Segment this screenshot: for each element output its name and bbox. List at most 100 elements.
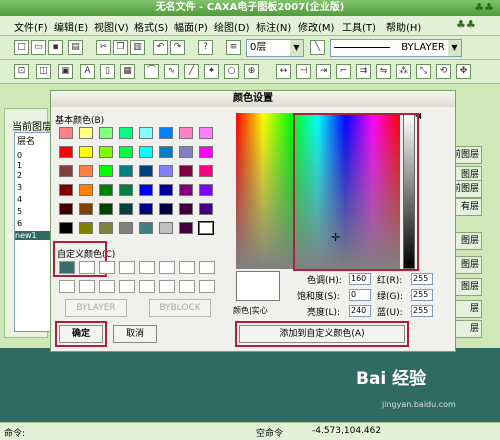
- rect-icon[interactable]: ▯: [100, 64, 115, 79]
- custom-color-swatch[interactable]: [139, 280, 155, 293]
- custom-color-swatch[interactable]: [79, 280, 95, 293]
- basic-color-swatch[interactable]: [159, 127, 173, 139]
- list-item[interactable]: 1: [17, 161, 22, 170]
- basic-color-swatch[interactable]: [179, 222, 193, 234]
- basic-color-swatch[interactable]: [59, 222, 73, 234]
- byblock-button[interactable]: BYBLOCK: [149, 299, 211, 317]
- zoom-window-icon[interactable]: ⊡: [14, 64, 29, 79]
- menu-modify[interactable]: 修改(M): [298, 19, 334, 34]
- menu-help[interactable]: 帮助(H): [386, 19, 421, 34]
- paste-icon[interactable]: ▥: [130, 40, 145, 55]
- array-icon[interactable]: ⁂: [396, 64, 411, 79]
- basic-color-swatch[interactable]: [79, 203, 93, 215]
- list-item[interactable]: 5: [17, 207, 22, 216]
- basic-color-swatch[interactable]: [119, 127, 133, 139]
- point-icon[interactable]: ✦: [204, 64, 219, 79]
- custom-color-swatch[interactable]: [179, 261, 195, 274]
- basic-color-swatch[interactable]: [99, 165, 113, 177]
- basic-color-swatch[interactable]: [179, 146, 193, 158]
- basic-color-swatch[interactable]: [179, 184, 193, 196]
- menu-draw[interactable]: 绘图(D): [214, 19, 250, 34]
- dim-icon[interactable]: ↔: [276, 64, 291, 79]
- custom-color-swatch[interactable]: [99, 261, 115, 274]
- custom-color-swatch[interactable]: [79, 261, 95, 274]
- hatch-icon[interactable]: ▦: [120, 64, 135, 79]
- basic-color-swatch[interactable]: [59, 165, 73, 177]
- mirror-icon[interactable]: ⇋: [376, 64, 391, 79]
- basic-color-swatch[interactable]: [79, 127, 93, 139]
- linetype-combo[interactable]: BYLAYER ▼: [330, 39, 462, 57]
- open-file-icon[interactable]: ▭: [31, 40, 46, 55]
- basic-color-swatch[interactable]: [199, 165, 213, 177]
- extend-icon[interactable]: ⇥: [316, 64, 331, 79]
- basic-color-swatch[interactable]: [139, 184, 153, 196]
- text-icon[interactable]: A: [80, 64, 95, 79]
- menu-file[interactable]: 文件(F): [14, 19, 48, 34]
- offset-icon[interactable]: ⇉: [356, 64, 371, 79]
- basic-color-swatch[interactable]: [199, 127, 213, 139]
- move-icon[interactable]: ✥: [456, 64, 471, 79]
- custom-color-swatch[interactable]: [199, 261, 215, 274]
- basic-color-swatch[interactable]: [99, 184, 113, 196]
- list-item-selected[interactable]: new1: [15, 231, 53, 240]
- save-icon[interactable]: ▪: [48, 40, 63, 55]
- spline-icon[interactable]: ∿: [164, 64, 179, 79]
- redo-icon[interactable]: ↷: [170, 40, 185, 55]
- basic-color-swatch[interactable]: [119, 165, 133, 177]
- custom-color-swatch[interactable]: [139, 261, 155, 274]
- custom-color-swatch[interactable]: [159, 261, 175, 274]
- red-field[interactable]: 255: [411, 273, 433, 285]
- basic-color-swatch[interactable]: [119, 146, 133, 158]
- print-icon[interactable]: ▤: [68, 40, 83, 55]
- custom-color-swatch[interactable]: [199, 280, 215, 293]
- basic-color-swatch[interactable]: [199, 146, 213, 158]
- luminance-field[interactable]: 240: [349, 305, 371, 317]
- basic-color-swatch[interactable]: [139, 146, 153, 158]
- saturation-field[interactable]: 0: [349, 289, 371, 301]
- custom-color-swatch[interactable]: [119, 261, 135, 274]
- basic-color-swatch[interactable]: [99, 222, 113, 234]
- cut-icon[interactable]: ✂: [96, 40, 111, 55]
- list-item[interactable]: 6: [17, 219, 22, 228]
- green-field[interactable]: 255: [411, 289, 433, 301]
- custom-color-swatch[interactable]: [179, 280, 195, 293]
- layer-icon[interactable]: ≡: [226, 40, 241, 55]
- menu-sheet[interactable]: 幅面(P): [174, 19, 208, 34]
- basic-color-swatch[interactable]: [79, 165, 93, 177]
- help-icon[interactable]: ?: [198, 40, 213, 55]
- menu-view[interactable]: 视图(V): [94, 19, 129, 34]
- pan-icon[interactable]: ▣: [58, 64, 73, 79]
- basic-color-swatch[interactable]: [179, 127, 193, 139]
- basic-color-swatch[interactable]: [139, 127, 153, 139]
- list-item[interactable]: 2: [17, 171, 22, 180]
- basic-color-swatch[interactable]: [59, 203, 73, 215]
- basic-color-swatch[interactable]: [99, 146, 113, 158]
- basic-color-swatch[interactable]: [159, 165, 173, 177]
- layer-list[interactable]: 层名 0 1 2 3 4 5 6 new1: [14, 132, 54, 332]
- undo-icon[interactable]: ↶: [153, 40, 168, 55]
- basic-color-swatch[interactable]: [139, 222, 153, 234]
- cancel-button[interactable]: 取消: [113, 325, 157, 343]
- basic-color-swatch[interactable]: [159, 222, 173, 234]
- custom-color-swatch[interactable]: [119, 280, 135, 293]
- rotate-icon[interactable]: ⟲: [436, 64, 451, 79]
- basic-color-swatch[interactable]: [119, 203, 133, 215]
- basic-color-swatch[interactable]: [139, 203, 153, 215]
- scale-icon[interactable]: ⤡: [416, 64, 431, 79]
- basic-color-swatch[interactable]: [59, 146, 73, 158]
- basic-color-swatch[interactable]: [159, 203, 173, 215]
- circle-icon[interactable]: ○: [224, 64, 239, 79]
- basic-color-swatch[interactable]: [199, 184, 213, 196]
- menu-dimension[interactable]: 标注(N): [256, 19, 291, 34]
- basic-color-swatch[interactable]: [99, 203, 113, 215]
- basic-color-swatch[interactable]: [119, 184, 133, 196]
- custom-color-swatch[interactable]: [59, 280, 75, 293]
- center-icon[interactable]: ⊕: [244, 64, 259, 79]
- line-icon[interactable]: ╱: [184, 64, 199, 79]
- basic-color-swatch[interactable]: [199, 203, 213, 215]
- hue-field[interactable]: 160: [349, 273, 371, 285]
- menu-format[interactable]: 格式(S): [134, 19, 168, 34]
- custom-color-swatch[interactable]: [159, 280, 175, 293]
- zoom-icon[interactable]: ◫: [36, 64, 51, 79]
- basic-color-swatch[interactable]: [198, 221, 214, 235]
